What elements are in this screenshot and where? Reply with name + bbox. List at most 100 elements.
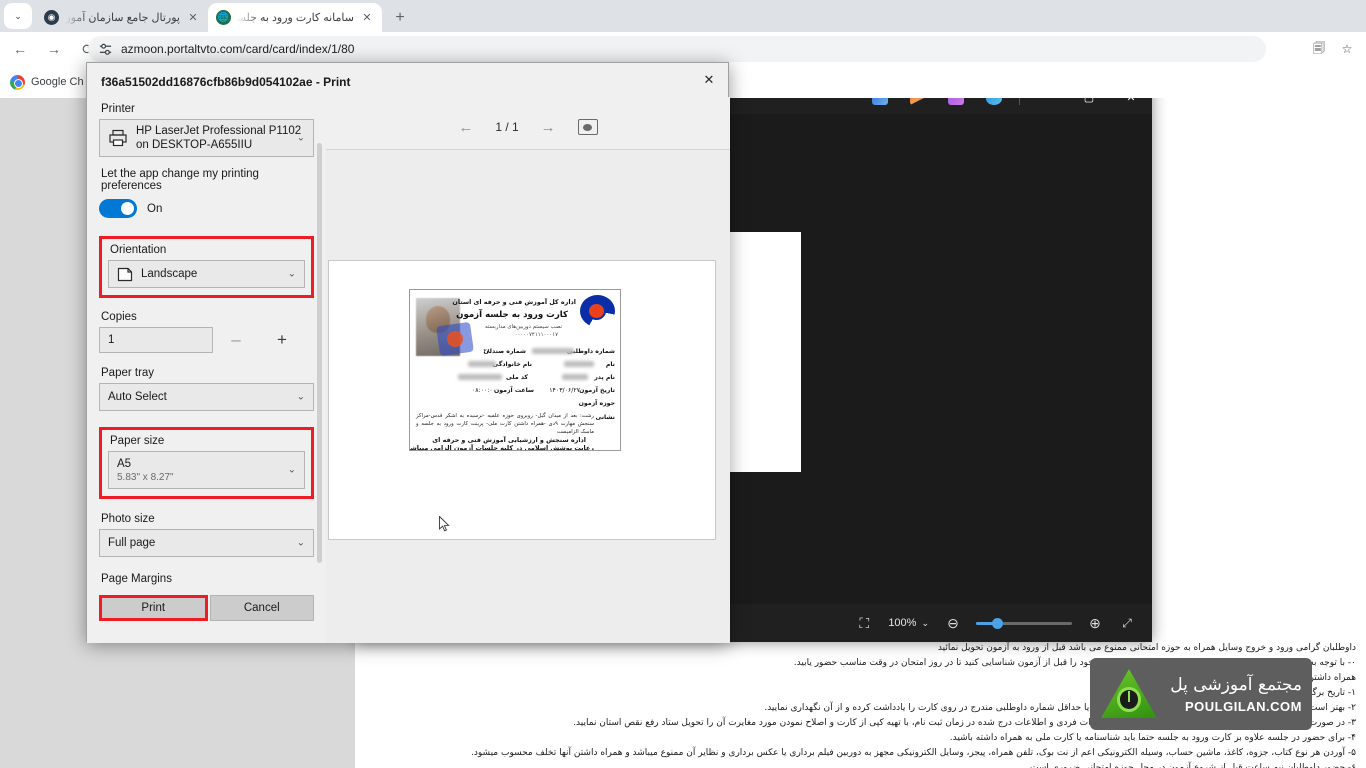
zoom-controls: ⛶ 100% ⌄ ⊖ ⊕ ⤢ (849, 604, 1142, 642)
chevron-down-icon: ⌄ (287, 268, 296, 280)
photo-size-select[interactable]: Full page ⌄ (99, 529, 314, 557)
globe-icon: 🌐 (216, 10, 231, 25)
page-landscape-icon (117, 267, 133, 281)
fullscreen-icon[interactable]: ⤢ (1112, 610, 1142, 636)
preview-sheet: اداره کل آموزش فنی و حرفه ای استان کارت … (328, 260, 716, 540)
field-value-exam-time: ۰۸:۰۰:۰۰ (471, 387, 496, 394)
paper-tray-select[interactable]: Auto Select ⌄ (99, 383, 314, 411)
exam-card-subtitle-1: نصب سیستم دوربین‌های مداربسته (485, 324, 562, 330)
print-dialog-title: f36a51502dd16876cfb86b9d054102ae - Print (101, 75, 351, 89)
tab-close-0[interactable]: ✕ (186, 11, 200, 25)
instruction-line-0: داوطلبان گرامی ورود و خروج وسایل همراه ب… (937, 643, 1356, 653)
copies-stepper[interactable]: 1 – + (99, 327, 314, 353)
new-tab-button[interactable]: + (388, 6, 412, 30)
print-settings-panel: Printer HP LaserJet Professional P1102 o… (87, 97, 326, 643)
paper-size-label: Paper size (110, 435, 165, 447)
preview-prev-button[interactable]: ← (458, 119, 473, 136)
field-label-exam-date: تاریخ آزمون (579, 387, 615, 394)
exam-card-org-line: اداره کل آموزش فنی و حرفه ای استان (452, 298, 576, 306)
print-dialog-close-button[interactable]: ✕ (694, 67, 724, 93)
copies-decrement-button[interactable]: – (213, 327, 259, 353)
paper-size-select[interactable]: A5 5.83" x 8.27" ⌄ (108, 451, 305, 489)
tab-close-1[interactable]: ✕ (360, 11, 374, 25)
paper-size-highlight: Paper size A5 5.83" x 8.27" ⌄ (99, 427, 314, 499)
preview-next-button[interactable]: → (541, 119, 556, 136)
official-stamp (436, 321, 474, 357)
orientation-value: Landscape (141, 267, 198, 280)
browser-tab-1[interactable]: 🌐 سامانه کارت ورود به جلسه و اعلا ✕ (208, 3, 382, 32)
photo-size-label: Photo size (101, 513, 155, 525)
instruction-line-6: ۴- برای حضور در جلسه علاوه بر کارت ورود … (949, 733, 1356, 743)
address-bar-url: azmoon.portaltvto.com/card/card/index/1/… (121, 42, 355, 56)
copies-increment-button[interactable]: + (259, 327, 305, 353)
zoom-level-value: 100% (888, 617, 917, 629)
power-triangle-icon (1101, 669, 1157, 718)
zoom-in-icon[interactable]: ⊕ (1080, 610, 1110, 636)
address-text: رشت: بعد از میدان گیل- روبروی حوزه علمیه… (416, 413, 595, 435)
mouse-cursor (439, 516, 450, 532)
print-button[interactable]: Print (102, 598, 205, 618)
back-button[interactable]: ← (6, 35, 34, 63)
orientation-select[interactable]: Landscape ⌄ (108, 260, 305, 288)
watermark-poulgilan: مجتمع آموزشی پل POULGILAN.COM (1090, 658, 1312, 730)
field-label-family: نام خانوادگی (492, 361, 532, 368)
settings-scrollbar[interactable] (317, 143, 322, 563)
printer-host: on DESKTOP-A655IIU (136, 139, 253, 151)
tvto-logo-icon (580, 295, 615, 327)
print-preview-panel: ← 1 / 1 → اداره کل آموزش فنی و حرفه ای ا… (326, 97, 730, 643)
browser-tab-0[interactable]: ◉ پورتال جامع سازمان آموزش فنی و ✕ (36, 3, 208, 32)
field-label-national-id: کد ملی (506, 374, 528, 381)
print-button-highlight: Print (99, 595, 208, 621)
exam-card-footer-1: اداره سنجش و ارزشیابی آموزش فنی و حرفه ا… (432, 436, 586, 444)
orientation-highlight: Orientation Landscape ⌄ (99, 236, 314, 298)
chrome-tabstrip: ⌄ ◉ پورتال جامع سازمان آموزش فنی و ✕ 🌐 س… (0, 0, 1366, 32)
redacted-family (468, 361, 496, 367)
cancel-button[interactable]: Cancel (209, 595, 314, 621)
app-preferences-toggle-row[interactable]: On (99, 199, 314, 218)
photo-size-value: Full page (108, 536, 156, 549)
field-label-father: نام پدر (594, 374, 615, 381)
field-label-name: نام (605, 361, 615, 368)
fit-page-icon[interactable] (577, 119, 598, 135)
field-value-exam-date: ۱۴۰۳/۰۶/۲۷ (549, 387, 580, 394)
translate-icon[interactable]: 🗐 (1308, 38, 1330, 60)
omnibox-actions: 🗐 ☆ (1308, 38, 1358, 60)
zoom-level-selector[interactable]: 100% ⌄ (881, 614, 936, 632)
print-dialog: f36a51502dd16876cfb86b9d054102ae - Print… (86, 62, 730, 643)
bookmark-label-0: Google Ch (31, 76, 84, 88)
copies-input[interactable]: 1 (99, 327, 213, 353)
tune-icon[interactable] (98, 42, 113, 57)
dark-circle-icon: ◉ (44, 10, 59, 25)
address-bar[interactable]: azmoon.portaltvto.com/card/card/index/1/… (88, 36, 1266, 62)
orientation-label: Orientation (110, 244, 167, 256)
field-value-seat-no: ۲۸ (483, 348, 490, 355)
paper-size-value: A5 (117, 458, 132, 471)
printer-select[interactable]: HP LaserJet Professional P1102 on DESKTO… (99, 119, 314, 157)
zoom-out-icon[interactable]: ⊖ (938, 610, 968, 636)
bookmark-item-0[interactable]: Google Ch (10, 74, 84, 90)
app-preferences-toggle[interactable] (99, 199, 137, 218)
forward-button[interactable]: → (40, 35, 68, 63)
star-icon[interactable]: ☆ (1336, 38, 1358, 60)
exam-card-footer-2: رعایت پوشش اسلامی در کلیه جلسات آزمون ال… (409, 444, 594, 451)
paper-tray-label: Paper tray (101, 367, 155, 379)
page-margins-label: Page Margins (101, 573, 172, 585)
preview-area: اداره کل آموزش فنی و حرفه ای استان کارت … (326, 149, 730, 643)
chevron-down-icon: ⌄ (296, 391, 305, 403)
zoom-slider[interactable] (976, 617, 1072, 629)
app-preferences-label: Let the app change my printing preferenc… (101, 168, 259, 192)
paper-size-dimensions: 5.83" x 8.27" (117, 471, 174, 483)
redacted-name (564, 361, 594, 367)
tab-search-dropdown[interactable]: ⌄ (4, 3, 32, 29)
app-preferences-toggle-state: On (147, 202, 163, 215)
fit-to-window-icon[interactable]: ⛶ (849, 610, 879, 636)
preview-page-indicator: 1 / 1 (495, 120, 519, 134)
watermark-english-text: POULGILAN.COM (1185, 698, 1302, 714)
chrome-logo-icon (10, 74, 25, 90)
address-label: نشانی (595, 414, 615, 421)
redacted-candidate-no (532, 348, 574, 354)
paper-tray-value: Auto Select (108, 390, 167, 403)
chevron-down-icon: ⌄ (287, 464, 296, 476)
instruction-line-8: ۶- حضور داوطلبان نیم ساعت قبل از شروع آز… (1027, 763, 1356, 768)
zoom-slider-thumb[interactable] (992, 617, 1003, 629)
